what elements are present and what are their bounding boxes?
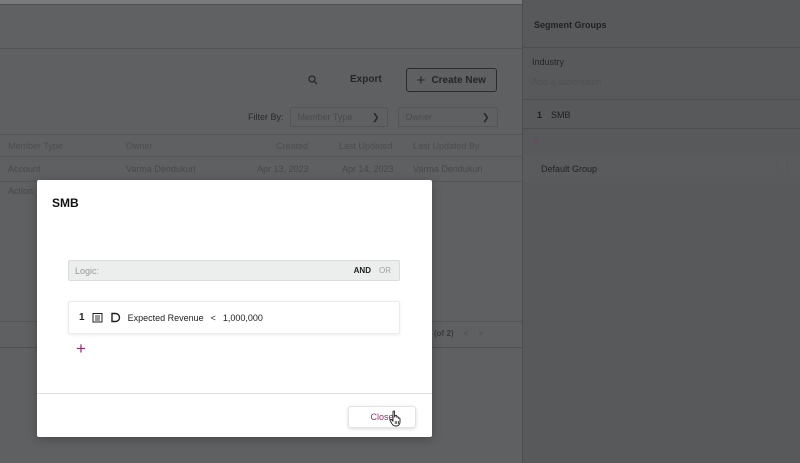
last-updated-cell: Apr 14, 2023 bbox=[342, 164, 394, 174]
condition-field: Expected Revenue bbox=[127, 312, 204, 323]
export-button[interactable]: Export bbox=[336, 68, 396, 92]
search-icon bbox=[308, 75, 318, 85]
owner-placeholder: Owner bbox=[405, 112, 433, 122]
group-item-smb[interactable]: 1 SMB bbox=[537, 110, 571, 120]
column-header[interactable]: Last Updated bbox=[339, 135, 393, 157]
modal-footer-divider bbox=[37, 393, 432, 394]
partial-row-text: Action bbox=[8, 186, 34, 196]
segment-group-modal: SMB Logic: AND OR 1 Expected Revenue < 1… bbox=[37, 180, 432, 437]
logic-or-toggle[interactable]: OR bbox=[375, 266, 393, 275]
plus-icon: + bbox=[416, 71, 426, 89]
create-new-button[interactable]: + Create New bbox=[405, 68, 497, 92]
filter-bar: Filter By: Member Type ❯ Owner ❯ bbox=[248, 107, 498, 127]
group-label: SMB bbox=[551, 110, 571, 120]
pagination: (of 2) < > bbox=[434, 329, 483, 338]
owner-filter[interactable]: Owner ❯ bbox=[397, 107, 498, 127]
search-button[interactable] bbox=[300, 68, 326, 92]
description-input[interactable]: Add a description bbox=[532, 77, 602, 87]
chevron-down-icon: ❯ bbox=[371, 111, 380, 122]
drag-handle-icon[interactable]: ⋮⋮ bbox=[772, 161, 792, 172]
building-icon bbox=[92, 312, 103, 323]
segment-name[interactable]: Industry bbox=[532, 57, 564, 67]
last-updated-by-cell: Varma Dendukuri bbox=[413, 164, 483, 174]
condition-number: 1 bbox=[79, 312, 85, 323]
create-new-label: Create New bbox=[431, 74, 486, 86]
default-group-item[interactable]: Default Group bbox=[523, 155, 800, 183]
prev-page-icon[interactable]: < bbox=[464, 329, 469, 338]
add-condition-button[interactable]: + bbox=[76, 340, 86, 357]
next-page-icon[interactable]: > bbox=[478, 329, 483, 338]
owner-cell: Varma Dendukuri bbox=[126, 164, 196, 174]
column-header[interactable]: Member Type bbox=[8, 135, 63, 157]
condition-row[interactable]: 1 Expected Revenue < 1,000,000 bbox=[68, 301, 400, 334]
logic-and-toggle[interactable]: AND bbox=[350, 266, 375, 275]
condition-value: 1,000,000 bbox=[222, 312, 263, 323]
chevron-down-icon: ❯ bbox=[481, 111, 490, 122]
member-type-placeholder: Member Type bbox=[297, 112, 353, 122]
opportunity-icon bbox=[110, 312, 121, 323]
table-header: Member Type Owner Created Last Updated L… bbox=[0, 135, 522, 157]
panel-divider bbox=[523, 128, 800, 129]
panel-divider bbox=[523, 99, 800, 100]
column-header[interactable]: Last Updated By bbox=[413, 135, 480, 157]
created-cell: Apr 13, 2023 bbox=[257, 164, 309, 174]
condition-operator: < bbox=[210, 312, 216, 323]
list-toolbar: Export + Create New bbox=[300, 68, 497, 92]
table-row[interactable]: Account Varma Dendukuri Apr 13, 2023 Apr… bbox=[0, 157, 522, 181]
content-header bbox=[0, 5, 522, 49]
hand-cursor-icon bbox=[389, 410, 401, 427]
add-group-button[interactable]: + bbox=[532, 133, 540, 148]
member-type-filter[interactable]: Member Type ❯ bbox=[289, 107, 388, 127]
column-header[interactable]: Owner bbox=[126, 135, 153, 157]
segment-groups-panel: Segment Groups Industry Add a descriptio… bbox=[522, 0, 800, 463]
group-number: 1 bbox=[537, 110, 543, 120]
modal-title: SMB bbox=[52, 196, 79, 210]
logic-field[interactable]: Logic: AND OR bbox=[68, 260, 400, 281]
column-header[interactable]: Created bbox=[276, 135, 308, 157]
member-type-cell: Account bbox=[8, 164, 41, 174]
segment-groups-title: Segment Groups bbox=[523, 0, 800, 48]
close-button[interactable]: Close bbox=[348, 406, 416, 428]
filter-label: Filter By: bbox=[248, 112, 284, 122]
logic-label: Logic: bbox=[75, 265, 100, 276]
page-count: (of 2) bbox=[434, 329, 454, 338]
default-group-label: Default Group bbox=[541, 164, 598, 174]
